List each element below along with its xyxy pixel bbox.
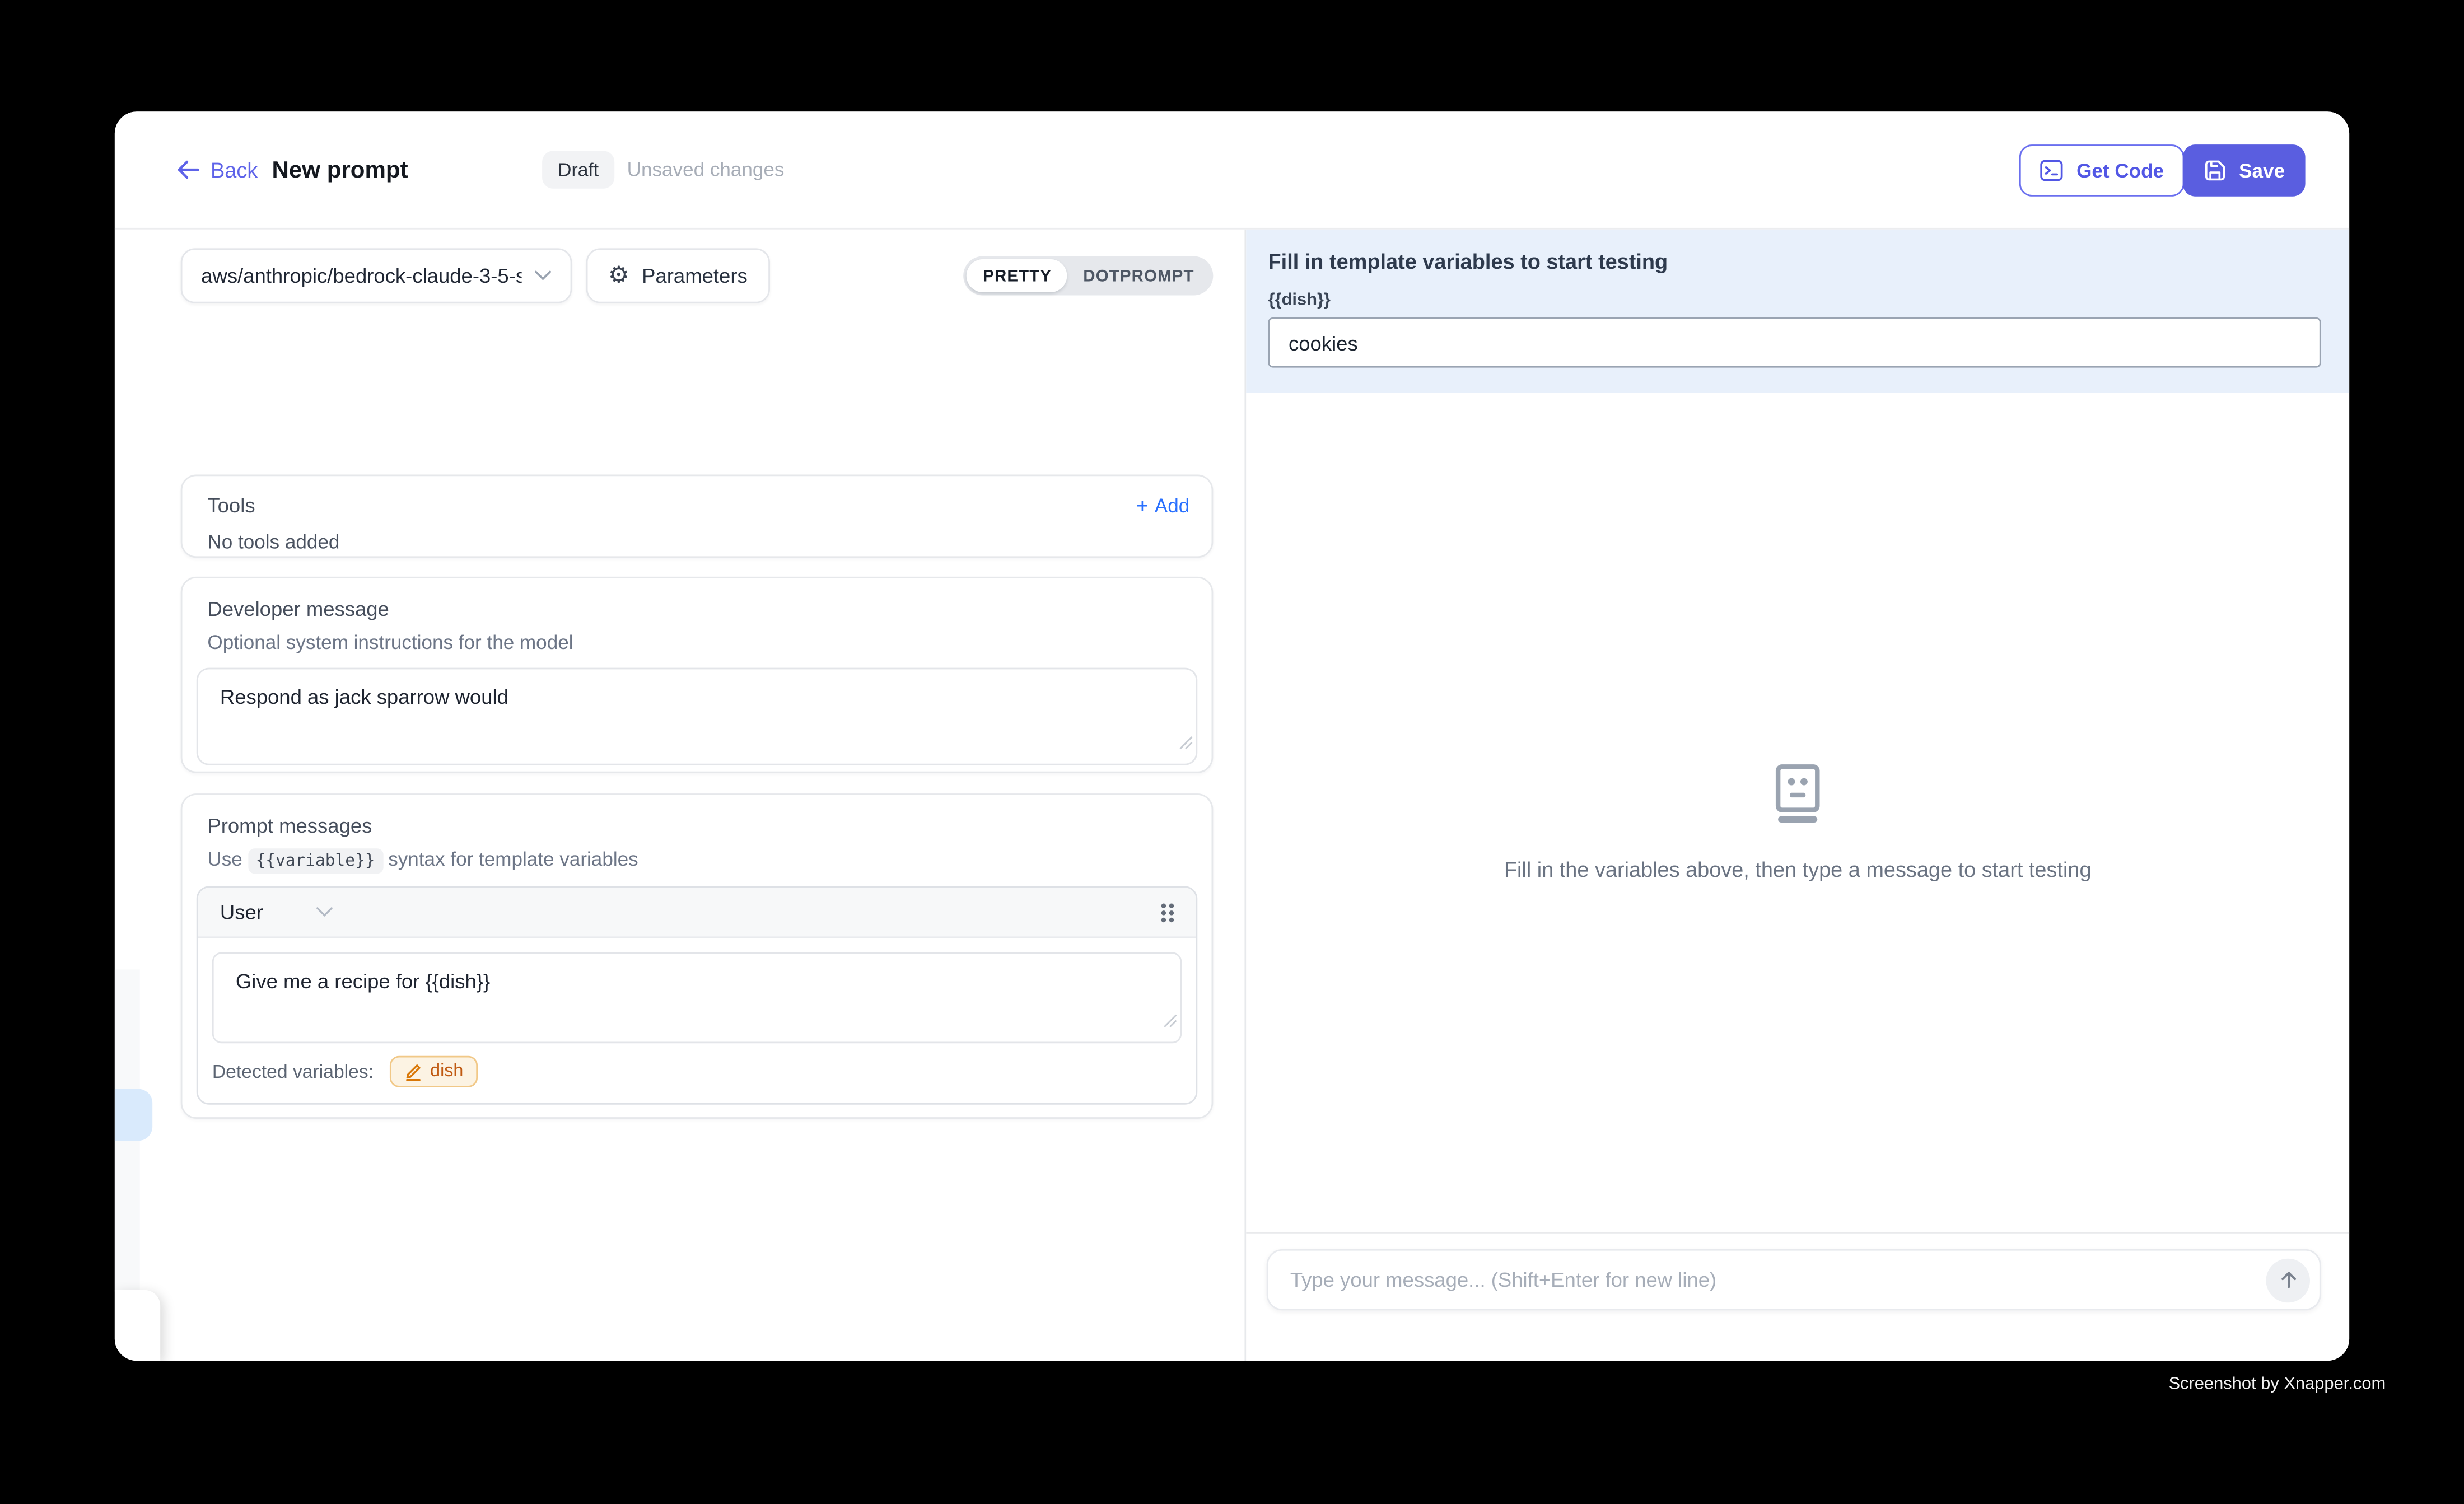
terminal-icon xyxy=(2041,158,2064,182)
variable-field-label: {{dish}} xyxy=(1268,291,2321,310)
message-body: Give me a recipe for {{dish}} xyxy=(198,938,1196,1043)
chat-input-container xyxy=(1267,1249,2321,1310)
model-selector-value: aws/anthropic/bedrock-claude-3-5-s... xyxy=(201,264,521,287)
model-selector[interactable]: aws/anthropic/bedrock-claude-3-5-s... xyxy=(181,248,572,303)
template-variables-section: Fill in template variables to start test… xyxy=(1246,230,2349,393)
save-disk-icon xyxy=(2203,158,2227,182)
add-tool-label: Add xyxy=(1155,494,1189,516)
message-block: User Give me a recipe for {{dish}} xyxy=(197,886,1197,1105)
chat-message-input[interactable] xyxy=(1287,1267,2266,1293)
message-role-header: User xyxy=(198,888,1196,938)
view-mode-toggle: PRETTY DOTPROMPT xyxy=(964,256,1214,295)
plus-icon: + xyxy=(1136,495,1148,515)
variable-syntax-code: {{variable}} xyxy=(248,848,383,874)
parameters-button[interactable]: ⚙ Parameters xyxy=(586,248,769,303)
message-field-wrap: Give me a recipe for {{dish}} xyxy=(212,952,1182,1044)
resize-handle-icon[interactable] xyxy=(1179,729,1193,758)
scaler: Back New prompt Draft Unsaved changes Ge… xyxy=(0,0,2464,1503)
subtitle-suffix: syntax for template variables xyxy=(382,848,638,870)
app-header: Back New prompt Draft Unsaved changes Ge… xyxy=(115,111,2349,229)
toggle-pretty[interactable]: PRETTY xyxy=(967,259,1067,292)
back-label: Back xyxy=(211,158,258,181)
developer-message-input[interactable]: Respond as jack sparrow would xyxy=(197,668,1197,765)
add-tool-button[interactable]: + Add xyxy=(1136,494,1189,516)
prompt-messages-title: Prompt messages xyxy=(183,795,1212,838)
chevron-down-icon xyxy=(316,907,334,918)
status-badge: Draft xyxy=(542,151,614,188)
save-button[interactable]: Save xyxy=(2182,144,2305,197)
chat-empty-state: Fill in the variables above, then type a… xyxy=(1246,764,2349,881)
rail-popover-fragment xyxy=(115,1290,160,1361)
arrow-left-icon xyxy=(178,160,199,179)
chevron-down-icon xyxy=(534,270,552,282)
drag-handle-icon[interactable] xyxy=(1161,903,1166,907)
pencil-icon xyxy=(403,1062,422,1081)
resize-handle-icon[interactable] xyxy=(1163,1007,1177,1036)
tools-card-header: Tools + Add xyxy=(183,476,1212,517)
arrow-up-icon xyxy=(2278,1269,2298,1290)
page-title: New prompt xyxy=(272,111,408,228)
tester-pane: Fill in template variables to start test… xyxy=(1246,230,2349,1361)
robot-face-icon xyxy=(1771,764,1824,824)
variable-value-input[interactable] xyxy=(1268,317,2321,368)
tools-title: Tools xyxy=(207,493,255,517)
variable-badge-dish[interactable]: dish xyxy=(389,1056,477,1087)
gear-icon: ⚙ xyxy=(608,264,629,287)
developer-message-field-wrap: Respond as jack sparrow would xyxy=(197,668,1197,765)
chat-divider xyxy=(1246,1232,2349,1234)
developer-message-subtitle: Optional system instructions for the mod… xyxy=(183,620,1212,653)
variable-badge-label: dish xyxy=(430,1062,463,1081)
role-select[interactable]: User xyxy=(220,900,334,924)
tester-title: Fill in template variables to start test… xyxy=(1268,250,2321,273)
get-code-button[interactable]: Get Code xyxy=(2020,144,2184,197)
rail-active-highlight xyxy=(115,1089,152,1141)
prompt-messages-card: Prompt messages Use {{variable}} syntax … xyxy=(181,793,1214,1119)
detected-variables-row: Detected variables: dish xyxy=(198,1043,1196,1103)
empty-state-text: Fill in the variables above, then type a… xyxy=(1504,858,2092,881)
tools-empty-text: No tools added xyxy=(183,517,1212,553)
message-input[interactable]: Give me a recipe for {{dish}} xyxy=(212,952,1182,1044)
unsaved-changes-text: Unsaved changes xyxy=(627,158,785,180)
subtitle-prefix: Use xyxy=(207,848,248,870)
prompt-messages-subtitle: Use {{variable}} syntax for template var… xyxy=(183,838,1212,871)
get-code-label: Get Code xyxy=(2076,160,2164,181)
save-label: Save xyxy=(2239,160,2285,181)
developer-message-card: Developer message Optional system instru… xyxy=(181,577,1214,773)
developer-message-title: Developer message xyxy=(183,578,1212,621)
parameters-label: Parameters xyxy=(642,264,748,287)
toggle-dotprompt[interactable]: DOTPROMPT xyxy=(1067,259,1210,292)
detected-variables-label: Detected variables: xyxy=(212,1061,374,1082)
screenshot-stage: Back New prompt Draft Unsaved changes Ge… xyxy=(0,0,2464,1503)
watermark-text: Screenshot by Xnapper.com xyxy=(2168,1375,2386,1394)
back-button[interactable]: Back xyxy=(178,111,258,228)
prompt-editor-pane: aws/anthropic/bedrock-claude-3-5-s... ⚙ … xyxy=(115,230,1245,1361)
model-toolbar: aws/anthropic/bedrock-claude-3-5-s... ⚙ … xyxy=(181,248,1214,303)
app-window: Back New prompt Draft Unsaved changes Ge… xyxy=(115,111,2349,1361)
role-select-value: User xyxy=(220,900,263,924)
tools-card: Tools + Add No tools added xyxy=(181,474,1214,558)
send-button[interactable] xyxy=(2266,1258,2310,1302)
